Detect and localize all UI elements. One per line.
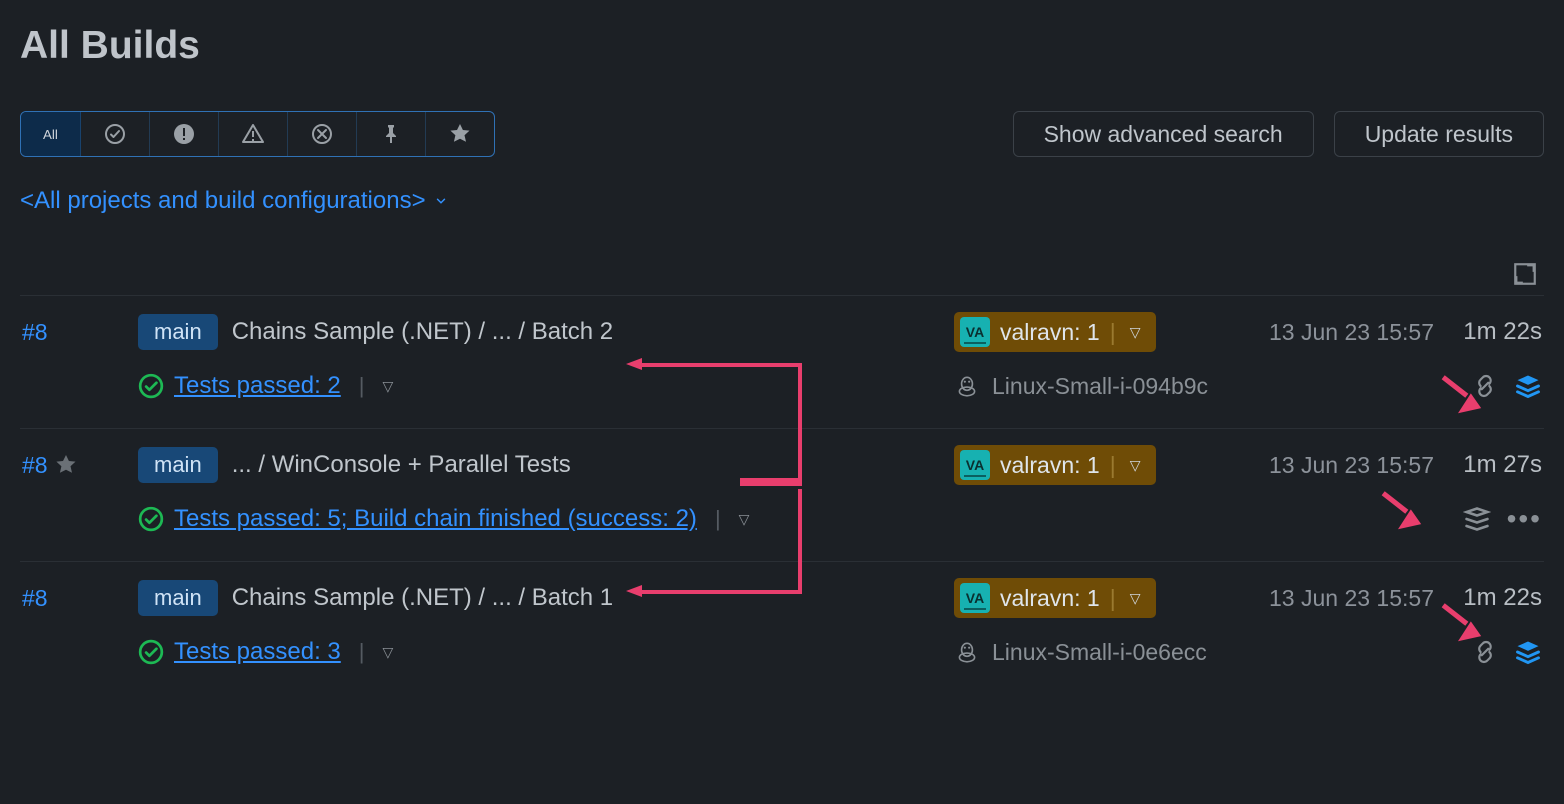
build-duration: 1m 22s bbox=[1434, 584, 1544, 612]
build-breadcrumb[interactable]: Chains Sample (.NET) / ... / Batch 2 bbox=[232, 318, 613, 346]
filter-error-button[interactable] bbox=[150, 112, 219, 156]
filter-success-button[interactable] bbox=[81, 112, 150, 156]
branch-pill[interactable]: main bbox=[138, 314, 218, 350]
toolbar: All Show advanced search Update results bbox=[20, 111, 1544, 157]
build-row: #8 main Chains Sample (.NET) / ... / Batch… bbox=[20, 295, 1544, 428]
user-chip[interactable]: VAvalravn: 1|▽ bbox=[954, 312, 1156, 352]
build-number-link[interactable]: #8 bbox=[22, 319, 48, 346]
build-date: 13 Jun 23 15:57 bbox=[1204, 452, 1434, 479]
user-label: valravn: 1 bbox=[1000, 452, 1100, 479]
x-circle-icon bbox=[310, 122, 334, 146]
branch-pill[interactable]: main bbox=[138, 580, 218, 616]
stack-icon[interactable] bbox=[1514, 372, 1542, 400]
widen-icon[interactable] bbox=[1512, 261, 1538, 293]
build-row: #8 main Chains Sample (.NET) / ... / Batch… bbox=[20, 561, 1544, 694]
star-icon[interactable] bbox=[54, 453, 78, 477]
build-breadcrumb[interactable]: Chains Sample (.NET) / ... / Batch 1 bbox=[232, 584, 613, 612]
exclaim-circle-icon bbox=[172, 122, 196, 146]
user-label: valravn: 1 bbox=[1000, 319, 1100, 346]
filter-failed-button[interactable] bbox=[288, 112, 357, 156]
build-status-link[interactable]: Tests passed: 3 bbox=[174, 638, 341, 666]
build-number-link[interactable]: #8 bbox=[22, 585, 48, 612]
build-duration: 1m 27s bbox=[1434, 451, 1544, 479]
linux-icon bbox=[954, 639, 980, 665]
success-icon bbox=[138, 639, 164, 665]
stack-icon[interactable] bbox=[1514, 638, 1542, 666]
build-date: 13 Jun 23 15:57 bbox=[1204, 319, 1434, 346]
chevron-down-icon[interactable]: ▽ bbox=[1126, 590, 1145, 607]
avatar: VA bbox=[960, 450, 990, 480]
link-icon[interactable] bbox=[1472, 373, 1498, 399]
link-icon[interactable] bbox=[1472, 639, 1498, 665]
filter-all-button[interactable]: All bbox=[21, 112, 81, 156]
update-results-button[interactable]: Update results bbox=[1334, 111, 1544, 157]
build-date: 13 Jun 23 15:57 bbox=[1204, 585, 1434, 612]
build-row: #8 main ... / WinConsole + Parallel Tests V… bbox=[20, 428, 1544, 561]
success-icon bbox=[138, 373, 164, 399]
build-breadcrumb[interactable]: ... / WinConsole + Parallel Tests bbox=[232, 451, 571, 479]
builds-list: #8 main Chains Sample (.NET) / ... / Batch… bbox=[20, 295, 1544, 694]
branch-pill[interactable]: main bbox=[138, 447, 218, 483]
stack-icon[interactable] bbox=[1463, 505, 1491, 533]
chevron-down-icon[interactable]: ▽ bbox=[1126, 457, 1145, 474]
chevron-down-icon[interactable]: ▽ bbox=[382, 644, 393, 661]
scope-label: <All projects and build configurations> bbox=[20, 187, 426, 215]
build-number-link[interactable]: #8 bbox=[22, 452, 48, 479]
chevron-down-icon bbox=[434, 194, 448, 208]
chevron-down-icon[interactable]: ▽ bbox=[382, 378, 393, 395]
avatar: VA bbox=[960, 583, 990, 613]
build-duration: 1m 22s bbox=[1434, 318, 1544, 346]
chevron-down-icon[interactable]: ▽ bbox=[739, 511, 750, 528]
filter-warning-button[interactable] bbox=[219, 112, 288, 156]
linux-icon bbox=[954, 373, 980, 399]
agent-name[interactable]: Linux-Small-i-094b9c bbox=[992, 373, 1208, 400]
star-icon bbox=[448, 122, 472, 146]
build-status-link[interactable]: Tests passed: 2 bbox=[174, 372, 341, 400]
filter-pinned-button[interactable] bbox=[357, 112, 426, 156]
user-chip[interactable]: VAvalravn: 1|▽ bbox=[954, 578, 1156, 618]
filter-starred-button[interactable] bbox=[426, 112, 494, 156]
agent-name[interactable]: Linux-Small-i-0e6ecc bbox=[992, 639, 1207, 666]
user-label: valravn: 1 bbox=[1000, 585, 1100, 612]
page-title: All Builds bbox=[20, 24, 1544, 68]
more-actions-button[interactable]: ••• bbox=[1507, 503, 1542, 535]
build-status-link[interactable]: Tests passed: 5; Build chain finished (s… bbox=[174, 505, 697, 533]
scope-selector[interactable]: <All projects and build configurations> bbox=[20, 187, 448, 215]
chevron-down-icon[interactable]: ▽ bbox=[1126, 324, 1145, 341]
filter-group: All bbox=[20, 111, 495, 157]
user-chip[interactable]: VAvalravn: 1|▽ bbox=[954, 445, 1156, 485]
check-circle-icon bbox=[103, 122, 127, 146]
avatar: VA bbox=[960, 317, 990, 347]
pin-icon bbox=[379, 122, 403, 146]
warning-icon bbox=[241, 122, 265, 146]
success-icon bbox=[138, 506, 164, 532]
advanced-search-button[interactable]: Show advanced search bbox=[1013, 111, 1314, 157]
